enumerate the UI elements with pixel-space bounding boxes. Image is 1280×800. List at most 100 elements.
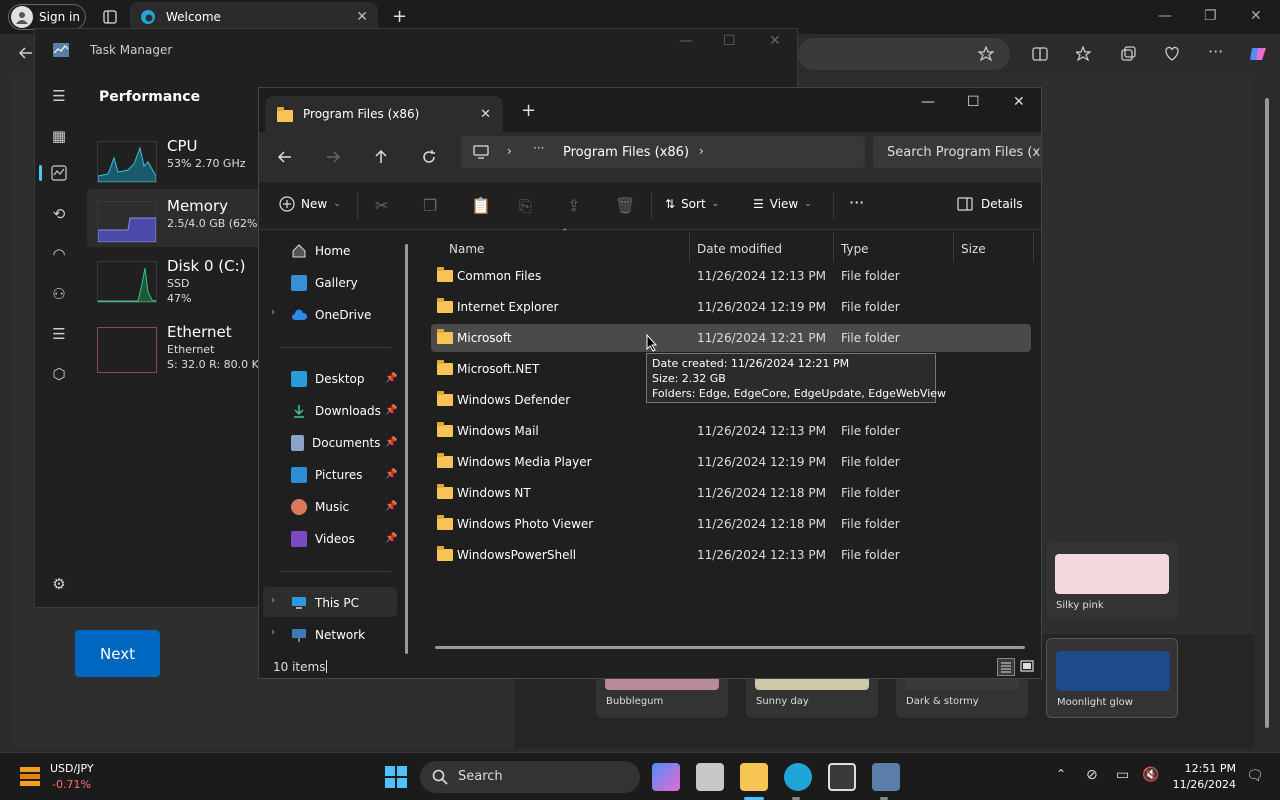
copilot-app-icon[interactable] [652,763,680,791]
favorites-icon[interactable] [1076,46,1092,62]
tiles-view-icon[interactable] [1019,658,1037,676]
address-bar[interactable] [798,38,1010,70]
clock-date[interactable]: 11/26/2024 [1170,778,1236,791]
nav-home[interactable]: Home [291,237,350,265]
details-pane-button[interactable]: Details [957,197,1023,211]
copilot-icon[interactable] [1248,44,1268,64]
nav-pictures[interactable]: Pictures [291,461,363,489]
startup-apps-icon[interactable]: ◠ [47,245,71,263]
column-divider[interactable] [689,232,690,262]
back-arrow-icon[interactable] [277,149,293,165]
more-options-icon[interactable]: ··· [1208,42,1223,61]
users-icon[interactable]: ⚇ [47,285,71,303]
theme-card-moonlight-glow[interactable]: Moonlight glow [1046,638,1178,718]
back-icon[interactable] [18,45,34,61]
fx-close-button[interactable]: ✕ [1013,94,1025,110]
file-row[interactable]: Windows NT 11/26/2024 12:18 PM File folder [431,479,1031,507]
pin-icon[interactable]: 📌 [385,533,397,544]
perf-item-disk[interactable]: Disk 0 (C:) SSD 47% [87,257,267,315]
restore-button[interactable]: ❐ [1204,8,1217,24]
new-button[interactable]: New ⌄ [279,196,341,212]
up-arrow-icon[interactable] [373,149,389,165]
pin-icon[interactable]: 📌 [385,469,397,480]
file-row[interactable]: Windows Photo Viewer 11/26/2024 12:18 PM F… [431,510,1031,538]
app-history-icon[interactable]: ⟲ [47,205,71,223]
see-more-icon[interactable]: ··· [849,193,864,212]
more-paths-icon[interactable]: ··· [533,141,544,155]
pin-icon[interactable]: 📌 [385,373,397,384]
file-row[interactable]: Windows Mail 11/26/2024 12:13 PM File fold… [431,417,1031,445]
split-screen-icon[interactable] [1032,46,1048,62]
column-divider[interactable] [1033,232,1034,262]
breadcrumb[interactable]: › ··· Program Files (x86) › [461,136,865,168]
task-manager-taskbar-icon[interactable] [872,763,900,791]
fx-maximize-button[interactable]: ☐ [967,94,980,110]
delete-icon[interactable]: 🗑 [615,196,635,215]
column-header-size[interactable]: Size [961,242,986,256]
next-button[interactable]: Next [75,630,160,677]
start-button[interactable] [384,765,408,789]
rename-icon[interactable]: ⎘ [519,196,532,216]
tm-close-button[interactable]: ✕ [769,33,781,49]
theme-card-sunny-day[interactable]: Sunny day [746,674,878,718]
new-tab-button[interactable]: + [392,6,407,27]
hamburger-menu-icon[interactable]: ☰ [47,87,71,105]
tm-maximize-button[interactable]: ☐ [723,33,736,49]
view-button[interactable]: ☰ View ⌄ [753,197,812,211]
performance-icon[interactable] [1164,46,1180,62]
file-row[interactable]: Windows Media Player 11/26/2024 12:19 PM F… [431,448,1031,476]
favorite-star-icon[interactable] [978,46,994,62]
file-row[interactable]: WindowsPowerShell 11/26/2024 12:13 PM File… [431,541,1031,569]
volume-muted-icon[interactable]: 🔇 [1142,767,1159,783]
close-tab-icon[interactable]: ✕ [356,9,368,25]
page-scrollbar[interactable] [1262,78,1272,748]
store-taskbar-icon[interactable] [828,763,856,791]
fx-minimize-button[interactable]: — [921,94,935,110]
processes-icon[interactable]: ▦ [47,127,71,145]
show-hidden-icons-chevron-icon[interactable]: ⌃ [1056,767,1066,781]
nav-onedrive[interactable]: OneDrive [291,301,371,329]
nav-downloads[interactable]: Downloads [291,397,381,425]
perf-item-ethernet[interactable]: Ethernet Ethernet S: 32.0 R: 80.0 Kb [87,323,267,381]
collections-icon[interactable] [1120,46,1136,62]
file-row[interactable]: Microsoft 11/26/2024 12:21 PM File folder [431,324,1031,352]
nav-scrollbar[interactable] [405,244,408,654]
services-icon[interactable]: ⬡ [47,365,71,383]
pin-icon[interactable]: 📌 [385,501,397,512]
display-icon[interactable]: ▭ [1116,767,1129,783]
minimize-button[interactable]: — [1158,8,1172,24]
file-explorer-taskbar-icon[interactable] [740,763,768,791]
nav-gallery[interactable]: Gallery [291,269,358,297]
file-row[interactable]: Common Files 11/26/2024 12:13 PM File fold… [431,262,1031,290]
nav-documents[interactable]: Documents [291,429,380,457]
performance-icon[interactable] [47,165,71,181]
new-tab-button[interactable]: + [521,100,536,121]
chevron-right-icon[interactable]: › [699,144,704,158]
nav-videos[interactable]: Videos [291,525,355,553]
expand-chevron-icon[interactable]: › [271,595,275,606]
expand-chevron-icon[interactable]: › [271,307,275,318]
pin-icon[interactable]: 📌 [385,405,397,416]
nav-network[interactable]: Network [291,621,365,649]
close-window-button[interactable]: ✕ [1250,8,1262,24]
clock-time[interactable]: 12:51 PM [1176,762,1236,775]
share-icon[interactable]: ⇪ [567,196,580,215]
details-icon[interactable]: ☰ [47,325,71,343]
perf-item-memory[interactable]: Memory 2.5/4.0 GB (62%) [87,197,267,255]
theme-card-dark-stormy[interactable]: Dark & stormy [896,674,1028,718]
refresh-icon[interactable] [421,149,437,165]
tm-minimize-button[interactable]: — [679,33,693,49]
forward-arrow-icon[interactable] [325,149,341,165]
column-divider[interactable] [833,232,834,262]
taskbar-search[interactable]: Search [420,761,640,793]
theme-card-bubblegum[interactable]: Bubblegum [596,674,728,718]
stock-widget-icon[interactable] [18,765,42,787]
details-view-icon[interactable] [997,658,1015,676]
paste-icon[interactable]: 📋 [471,196,491,215]
stock-name[interactable]: USD/JPY [50,762,94,775]
sort-button[interactable]: ⇅ Sort ⌄ [665,197,719,211]
perf-item-cpu[interactable]: CPU 53% 2.70 GHz [87,137,267,195]
close-tab-icon[interactable]: ✕ [480,107,491,122]
copy-icon[interactable]: ❐ [423,196,437,215]
file-row[interactable]: Internet Explorer 11/26/2024 12:19 PM File… [431,293,1031,321]
